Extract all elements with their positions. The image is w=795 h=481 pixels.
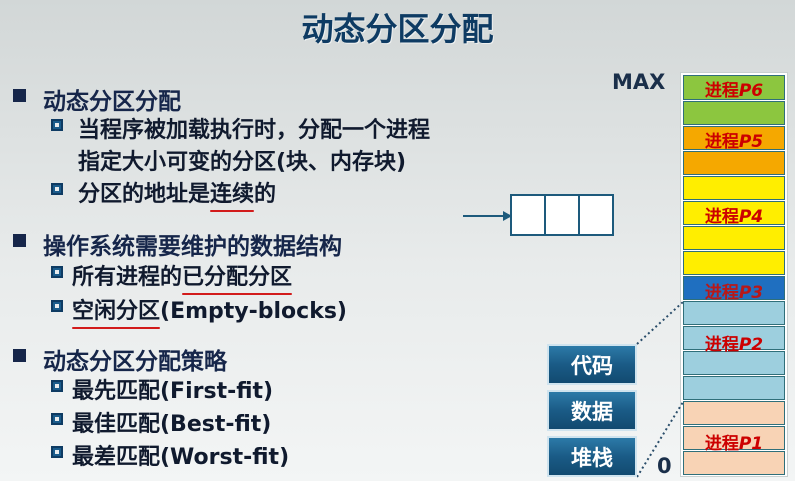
stack-box: 堆栈 bbox=[547, 436, 637, 477]
block-cell bbox=[512, 196, 546, 234]
bullet-dynamic-partition: 动态分区分配 bbox=[43, 89, 181, 115]
block-list-diagram bbox=[510, 194, 614, 236]
memory-segment-p2 bbox=[683, 376, 785, 400]
sub-bullet-icon bbox=[51, 300, 63, 312]
memory-max-label: MAX bbox=[612, 70, 666, 94]
process-label-p3: 进程P3 bbox=[704, 283, 764, 303]
memory-segment-p4 bbox=[683, 176, 785, 200]
sub-bullet-icon bbox=[51, 413, 63, 425]
block-cell bbox=[580, 196, 612, 234]
sub-bullet-icon bbox=[51, 183, 63, 195]
page-title: 动态分区分配 bbox=[301, 10, 494, 48]
sub-bullet-icon bbox=[51, 446, 63, 458]
bullet-free-partitions: 空闲分区(Empty-blocks) bbox=[72, 299, 347, 324]
process-label-p6: 进程P6 bbox=[704, 81, 764, 101]
emphasis-underline: 已分配分区 bbox=[182, 265, 293, 290]
emphasis-underline: 连续 bbox=[210, 182, 255, 207]
process-label-p5: 进程P5 bbox=[704, 132, 764, 152]
memory-segment-p1 bbox=[683, 401, 785, 425]
block-cell bbox=[546, 196, 580, 234]
sub-bullet-icon bbox=[51, 266, 63, 278]
process-label-p1: 进程P1 bbox=[704, 434, 764, 454]
bullet-square-icon bbox=[13, 349, 26, 362]
bullet-contiguous-address: 分区的地址是连续的 bbox=[78, 182, 277, 207]
code-box: 代码 bbox=[547, 344, 637, 385]
bullet-allocate-on-load: 当程序被加载执行时，分配一个进程 bbox=[78, 118, 431, 143]
memory-segment-p4 bbox=[683, 226, 785, 250]
data-box: 数据 bbox=[547, 390, 637, 431]
sub-bullet-icon bbox=[51, 119, 63, 131]
memory-segment-p6 bbox=[683, 101, 785, 125]
bullet-worst-fit: 最差匹配(Worst-fit) bbox=[72, 445, 290, 470]
process-image-stack: 代码 数据 堆栈 bbox=[547, 344, 637, 477]
memory-segment-p4 bbox=[683, 251, 785, 275]
bullet-first-fit: 最先匹配(First-fit) bbox=[72, 379, 274, 404]
memory-segment-p5 bbox=[683, 151, 785, 175]
sub-bullet-icon bbox=[51, 380, 63, 392]
memory-segment-p1 bbox=[683, 451, 785, 475]
bullet-square-icon bbox=[13, 89, 26, 102]
bullet-square-icon bbox=[13, 234, 26, 247]
bullet-best-fit: 最佳匹配(Best-fit) bbox=[72, 412, 272, 437]
bullet-allocate-on-load-cont: 指定大小可变的分区(块、内存块) bbox=[78, 150, 407, 175]
connector-top bbox=[636, 301, 684, 345]
memory-column: 进程P6 进程P5 进程P4 进程P3 进程P2 进程P1 bbox=[681, 73, 787, 476]
memory-segment-p2 bbox=[683, 301, 785, 325]
process-label-p2: 进程P2 bbox=[704, 335, 764, 355]
process-label-p4: 进程P4 bbox=[704, 207, 764, 227]
bullet-allocated-partitions: 所有进程的已分配分区 bbox=[72, 265, 293, 290]
emphasis-underline: 空闲分区 bbox=[72, 299, 161, 324]
bullet-allocation-strategy: 动态分区分配策略 bbox=[43, 349, 227, 375]
memory-zero-label: 0 bbox=[657, 454, 672, 478]
bullet-os-data-structures: 操作系统需要维护的数据结构 bbox=[43, 234, 342, 260]
